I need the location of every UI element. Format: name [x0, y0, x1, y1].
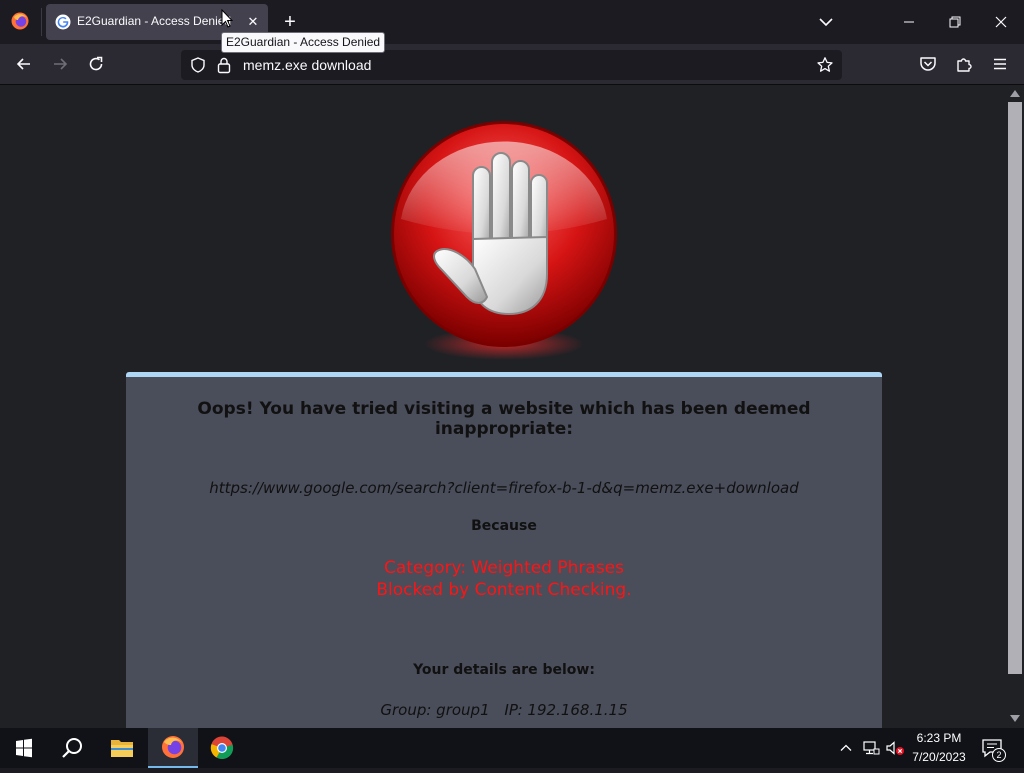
back-arrow-icon[interactable]: [14, 54, 34, 74]
google-favicon-icon: [55, 14, 71, 30]
tab-strip: E2Guardian - Access Denied ✕ +: [0, 0, 1024, 44]
folder-icon: [111, 740, 133, 757]
lock-icon[interactable]: [216, 56, 232, 74]
hamburger-menu-icon[interactable]: [990, 54, 1010, 74]
page-content: Oops! You have tried visiting a website …: [0, 85, 1006, 728]
clock-date[interactable]: 7/20/2023: [908, 750, 970, 764]
chevron-down-icon[interactable]: [816, 12, 836, 32]
tray-chevron-up-icon[interactable]: [839, 741, 853, 755]
tab-tooltip: E2Guardian - Access Denied: [221, 32, 386, 53]
block-reason-category: Category: Weighted Phrases: [383, 558, 625, 578]
taskbar-search-button[interactable]: [48, 728, 96, 768]
details-label: Your details are below:: [413, 662, 595, 678]
close-window-button[interactable]: [991, 12, 1011, 32]
scrollbar-thumb[interactable]: [1008, 102, 1022, 674]
firefox-icon: [162, 736, 184, 758]
ip-value: IP: 192.168.1.15: [504, 701, 628, 719]
restore-window-button[interactable]: [945, 12, 965, 32]
address-bar[interactable]: memz.exe download: [181, 50, 842, 80]
url-text[interactable]: memz.exe download: [243, 57, 371, 73]
taskbar-firefox[interactable]: [148, 728, 198, 768]
volume-muted-icon[interactable]: [885, 740, 905, 756]
tab-separator: [41, 8, 42, 36]
because-label: Because: [471, 518, 537, 534]
firefox-icon[interactable]: [11, 12, 29, 30]
mouse-cursor-icon: [221, 9, 233, 28]
forward-arrow-icon[interactable]: [50, 54, 70, 74]
notification-badge: 2: [992, 748, 1006, 762]
user-details: Group: group1 IP: 192.168.1.15: [126, 701, 882, 719]
access-denied-card: Oops! You have tried visiting a website …: [126, 372, 882, 728]
new-tab-button[interactable]: +: [280, 12, 300, 32]
taskbar-chrome[interactable]: [198, 728, 246, 768]
extensions-puzzle-icon[interactable]: [954, 54, 974, 74]
blocked-url: https://www.google.com/search?client=fir…: [209, 479, 799, 497]
clock-time[interactable]: 6:23 PM: [908, 731, 970, 745]
pocket-icon[interactable]: [918, 54, 938, 74]
bookmark-star-icon[interactable]: [816, 56, 834, 74]
tracking-shield-icon[interactable]: [189, 56, 207, 74]
tab-title: E2Guardian - Access Denied: [77, 14, 232, 28]
navigation-toolbar: memz.exe download: [0, 44, 1024, 85]
search-icon: [62, 738, 82, 758]
windows-logo-icon: [16, 738, 32, 758]
taskbar-file-explorer[interactable]: [98, 728, 146, 768]
chrome-icon: [210, 736, 234, 760]
scroll-up-arrow-icon[interactable]: [1010, 89, 1020, 97]
vertical-scrollbar[interactable]: [1006, 85, 1024, 728]
stop-hand-icon: [391, 121, 617, 360]
scroll-down-arrow-icon[interactable]: [1010, 715, 1020, 723]
page-title: Oops! You have tried visiting a website …: [197, 399, 811, 439]
start-button[interactable]: [0, 728, 48, 768]
network-icon[interactable]: [862, 740, 880, 756]
tab-close-icon[interactable]: ✕: [244, 13, 262, 31]
reload-icon[interactable]: [86, 54, 106, 74]
minimize-window-button[interactable]: [899, 12, 919, 32]
block-reason-detail: Blocked by Content Checking.: [376, 580, 632, 600]
group-value: Group: group1: [380, 701, 490, 719]
